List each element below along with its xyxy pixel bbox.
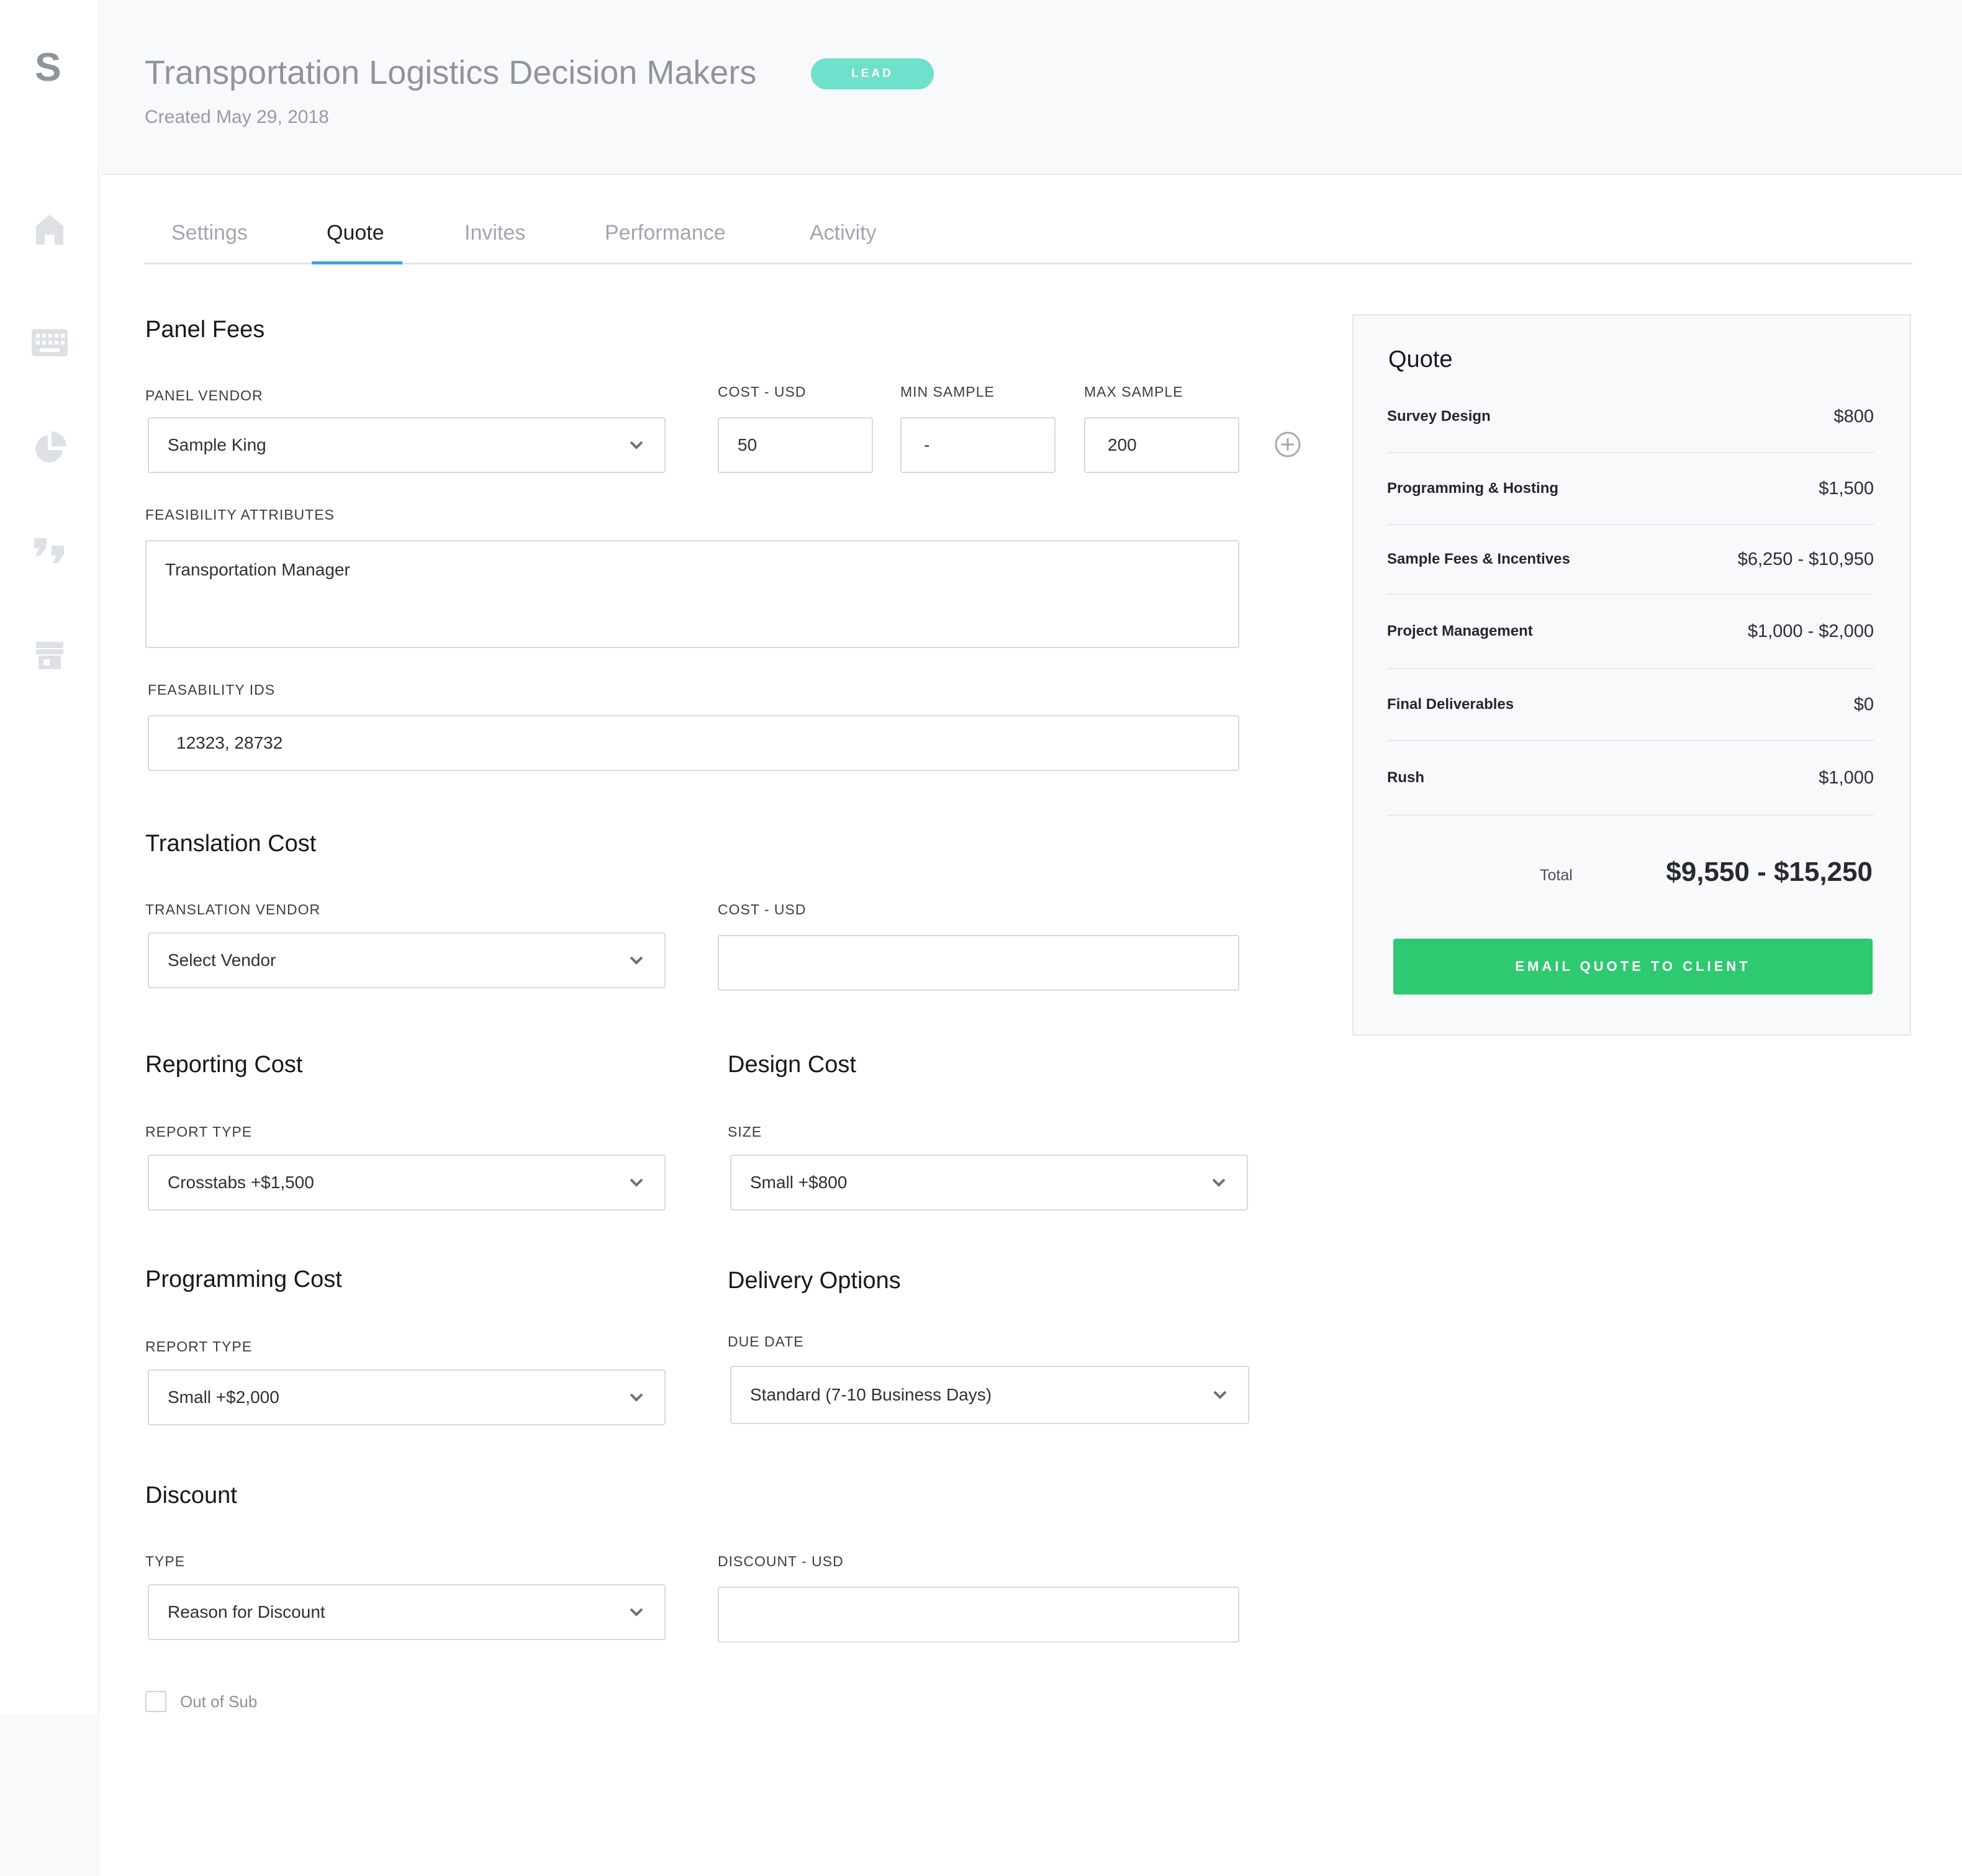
programming-type-label: REPORT TYPE (145, 1338, 253, 1355)
min-sample-label: MIN SAMPLE (900, 384, 995, 400)
tab-quote[interactable]: Quote (327, 221, 384, 245)
due-date-label: DUE DATE (728, 1333, 804, 1350)
translation-cost-title: Translation Cost (145, 831, 317, 857)
discount-type-label: TYPE (145, 1553, 186, 1569)
translation-vendor-label: TRANSLATION VENDOR (145, 901, 321, 918)
pie-chart-icon[interactable] (31, 430, 68, 467)
quote-row: Final Deliverables $0 (1387, 669, 1874, 741)
panel-cost-label: COST - USD (718, 384, 807, 400)
tab-invites[interactable]: Invites (464, 221, 525, 245)
quote-row-amount: $0 (1853, 694, 1874, 715)
keyboard-icon[interactable] (31, 324, 68, 361)
discount-amount-label: DISCOUNT - USD (718, 1553, 844, 1569)
report-type-value: Crosstabs +$1,500 (168, 1173, 314, 1192)
tab-activity[interactable]: Activity (810, 221, 877, 245)
quote-row-amount: $1,500 (1819, 478, 1874, 498)
quote-row: Survey Design $800 (1387, 381, 1874, 453)
quote-row-label: Programming & Hosting (1387, 480, 1559, 497)
feasibility-attributes-label: FEASIBILITY ATTRIBUTES (145, 507, 335, 523)
discount-type-value: Reason for Discount (168, 1602, 325, 1621)
design-size-label: SIZE (728, 1124, 762, 1140)
max-sample-input[interactable] (1084, 417, 1239, 473)
min-sample-input[interactable] (900, 417, 1056, 473)
app-logo[interactable]: S (35, 47, 61, 87)
sidebar: S (0, 0, 99, 1876)
chevron-down-icon (1211, 1386, 1229, 1404)
translation-vendor-select[interactable]: Select Vendor (148, 932, 666, 988)
programming-type-select[interactable]: Small +$2,000 (148, 1369, 666, 1425)
quote-row-amount: $6,250 - $10,950 (1737, 549, 1874, 569)
created-date: Created May 29, 2018 (145, 107, 329, 127)
out-of-sub-label: Out of Sub (180, 1692, 258, 1711)
programming-cost-title: Programming Cost (145, 1266, 342, 1292)
quote-row-label: Sample Fees & Incentives (1387, 551, 1570, 567)
translation-cost-input[interactable] (718, 935, 1239, 991)
active-tab-indicator (312, 261, 402, 264)
page-title: Transportation Logistics Decision Makers (145, 54, 757, 91)
quote-row: Sample Fees & Incentives $6,250 - $10,95… (1387, 525, 1874, 595)
reporting-cost-title: Reporting Cost (145, 1052, 303, 1078)
chevron-down-icon (627, 951, 646, 970)
panel-vendor-label: PANEL VENDOR (145, 387, 263, 404)
programming-type-value: Small +$2,000 (168, 1387, 279, 1407)
quote-row-label: Project Management (1387, 623, 1533, 639)
chevron-down-icon (627, 1603, 646, 1621)
discount-title: Discount (145, 1482, 237, 1508)
total-label: Total (1540, 867, 1573, 884)
chevron-down-icon (627, 436, 646, 454)
feasibility-ids-label: FEASABILITY IDS (148, 682, 276, 698)
total-value: $9,550 - $15,250 (1666, 857, 1873, 887)
quote-row-label: Rush (1387, 769, 1424, 786)
chevron-down-icon (1209, 1173, 1228, 1192)
quote-row-label: Survey Design (1387, 408, 1491, 425)
store-icon[interactable] (31, 637, 68, 674)
due-date-select[interactable]: Standard (7-10 Business Days) (730, 1366, 1249, 1424)
report-type-select[interactable]: Crosstabs +$1,500 (148, 1155, 666, 1211)
design-size-select[interactable]: Small +$800 (730, 1155, 1248, 1211)
feasibility-ids-input[interactable] (148, 715, 1239, 771)
status-badge: LEAD (811, 58, 934, 89)
discount-amount-input[interactable] (718, 1587, 1239, 1643)
chevron-down-icon (627, 1173, 646, 1192)
quote-row-amount: $800 (1833, 406, 1874, 426)
design-size-value: Small +$800 (750, 1173, 848, 1192)
discount-type-select[interactable]: Reason for Discount (148, 1584, 666, 1640)
quote-summary-title: Quote (1388, 346, 1453, 372)
sidebar-footer (0, 1715, 99, 1876)
report-type-label: REPORT TYPE (145, 1124, 253, 1140)
tabs-divider (144, 263, 1912, 264)
email-quote-button[interactable]: EMAIL QUOTE TO CLIENT (1393, 939, 1873, 994)
quote-row: Programming & Hosting $1,500 (1387, 453, 1874, 525)
design-cost-title: Design Cost (728, 1052, 856, 1078)
translation-vendor-value: Select Vendor (168, 950, 276, 970)
out-of-sub-checkbox[interactable] (145, 1691, 166, 1712)
panel-vendor-value: Sample King (168, 435, 266, 454)
panel-fees-title: Panel Fees (145, 317, 265, 343)
page-header: Transportation Logistics Decision Makers… (101, 0, 1962, 175)
quotes-icon[interactable] (31, 533, 68, 570)
tab-settings[interactable]: Settings (171, 221, 248, 245)
quote-row: Project Management $1,000 - $2,000 (1387, 595, 1874, 669)
tab-performance[interactable]: Performance (605, 221, 726, 245)
delivery-options-title: Delivery Options (728, 1268, 901, 1294)
panel-vendor-select[interactable]: Sample King (148, 417, 666, 473)
max-sample-label: MAX SAMPLE (1084, 384, 1183, 400)
due-date-value: Standard (7-10 Business Days) (750, 1385, 992, 1404)
quote-row: Rush $1,000 (1387, 741, 1874, 816)
chevron-down-icon (627, 1388, 646, 1407)
home-icon[interactable] (31, 211, 68, 248)
quote-row-label: Final Deliverables (1387, 696, 1514, 713)
feasibility-attributes-textarea[interactable]: Transportation Manager (145, 540, 1239, 648)
translation-cost-label: COST - USD (718, 901, 807, 918)
add-circle-icon[interactable] (1274, 431, 1301, 458)
quote-summary-card: Quote Survey Design $800 Programming & H… (1352, 314, 1911, 1035)
quote-row-amount: $1,000 - $2,000 (1747, 621, 1874, 641)
quote-row-amount: $1,000 (1819, 767, 1874, 788)
panel-cost-input[interactable] (718, 417, 873, 473)
